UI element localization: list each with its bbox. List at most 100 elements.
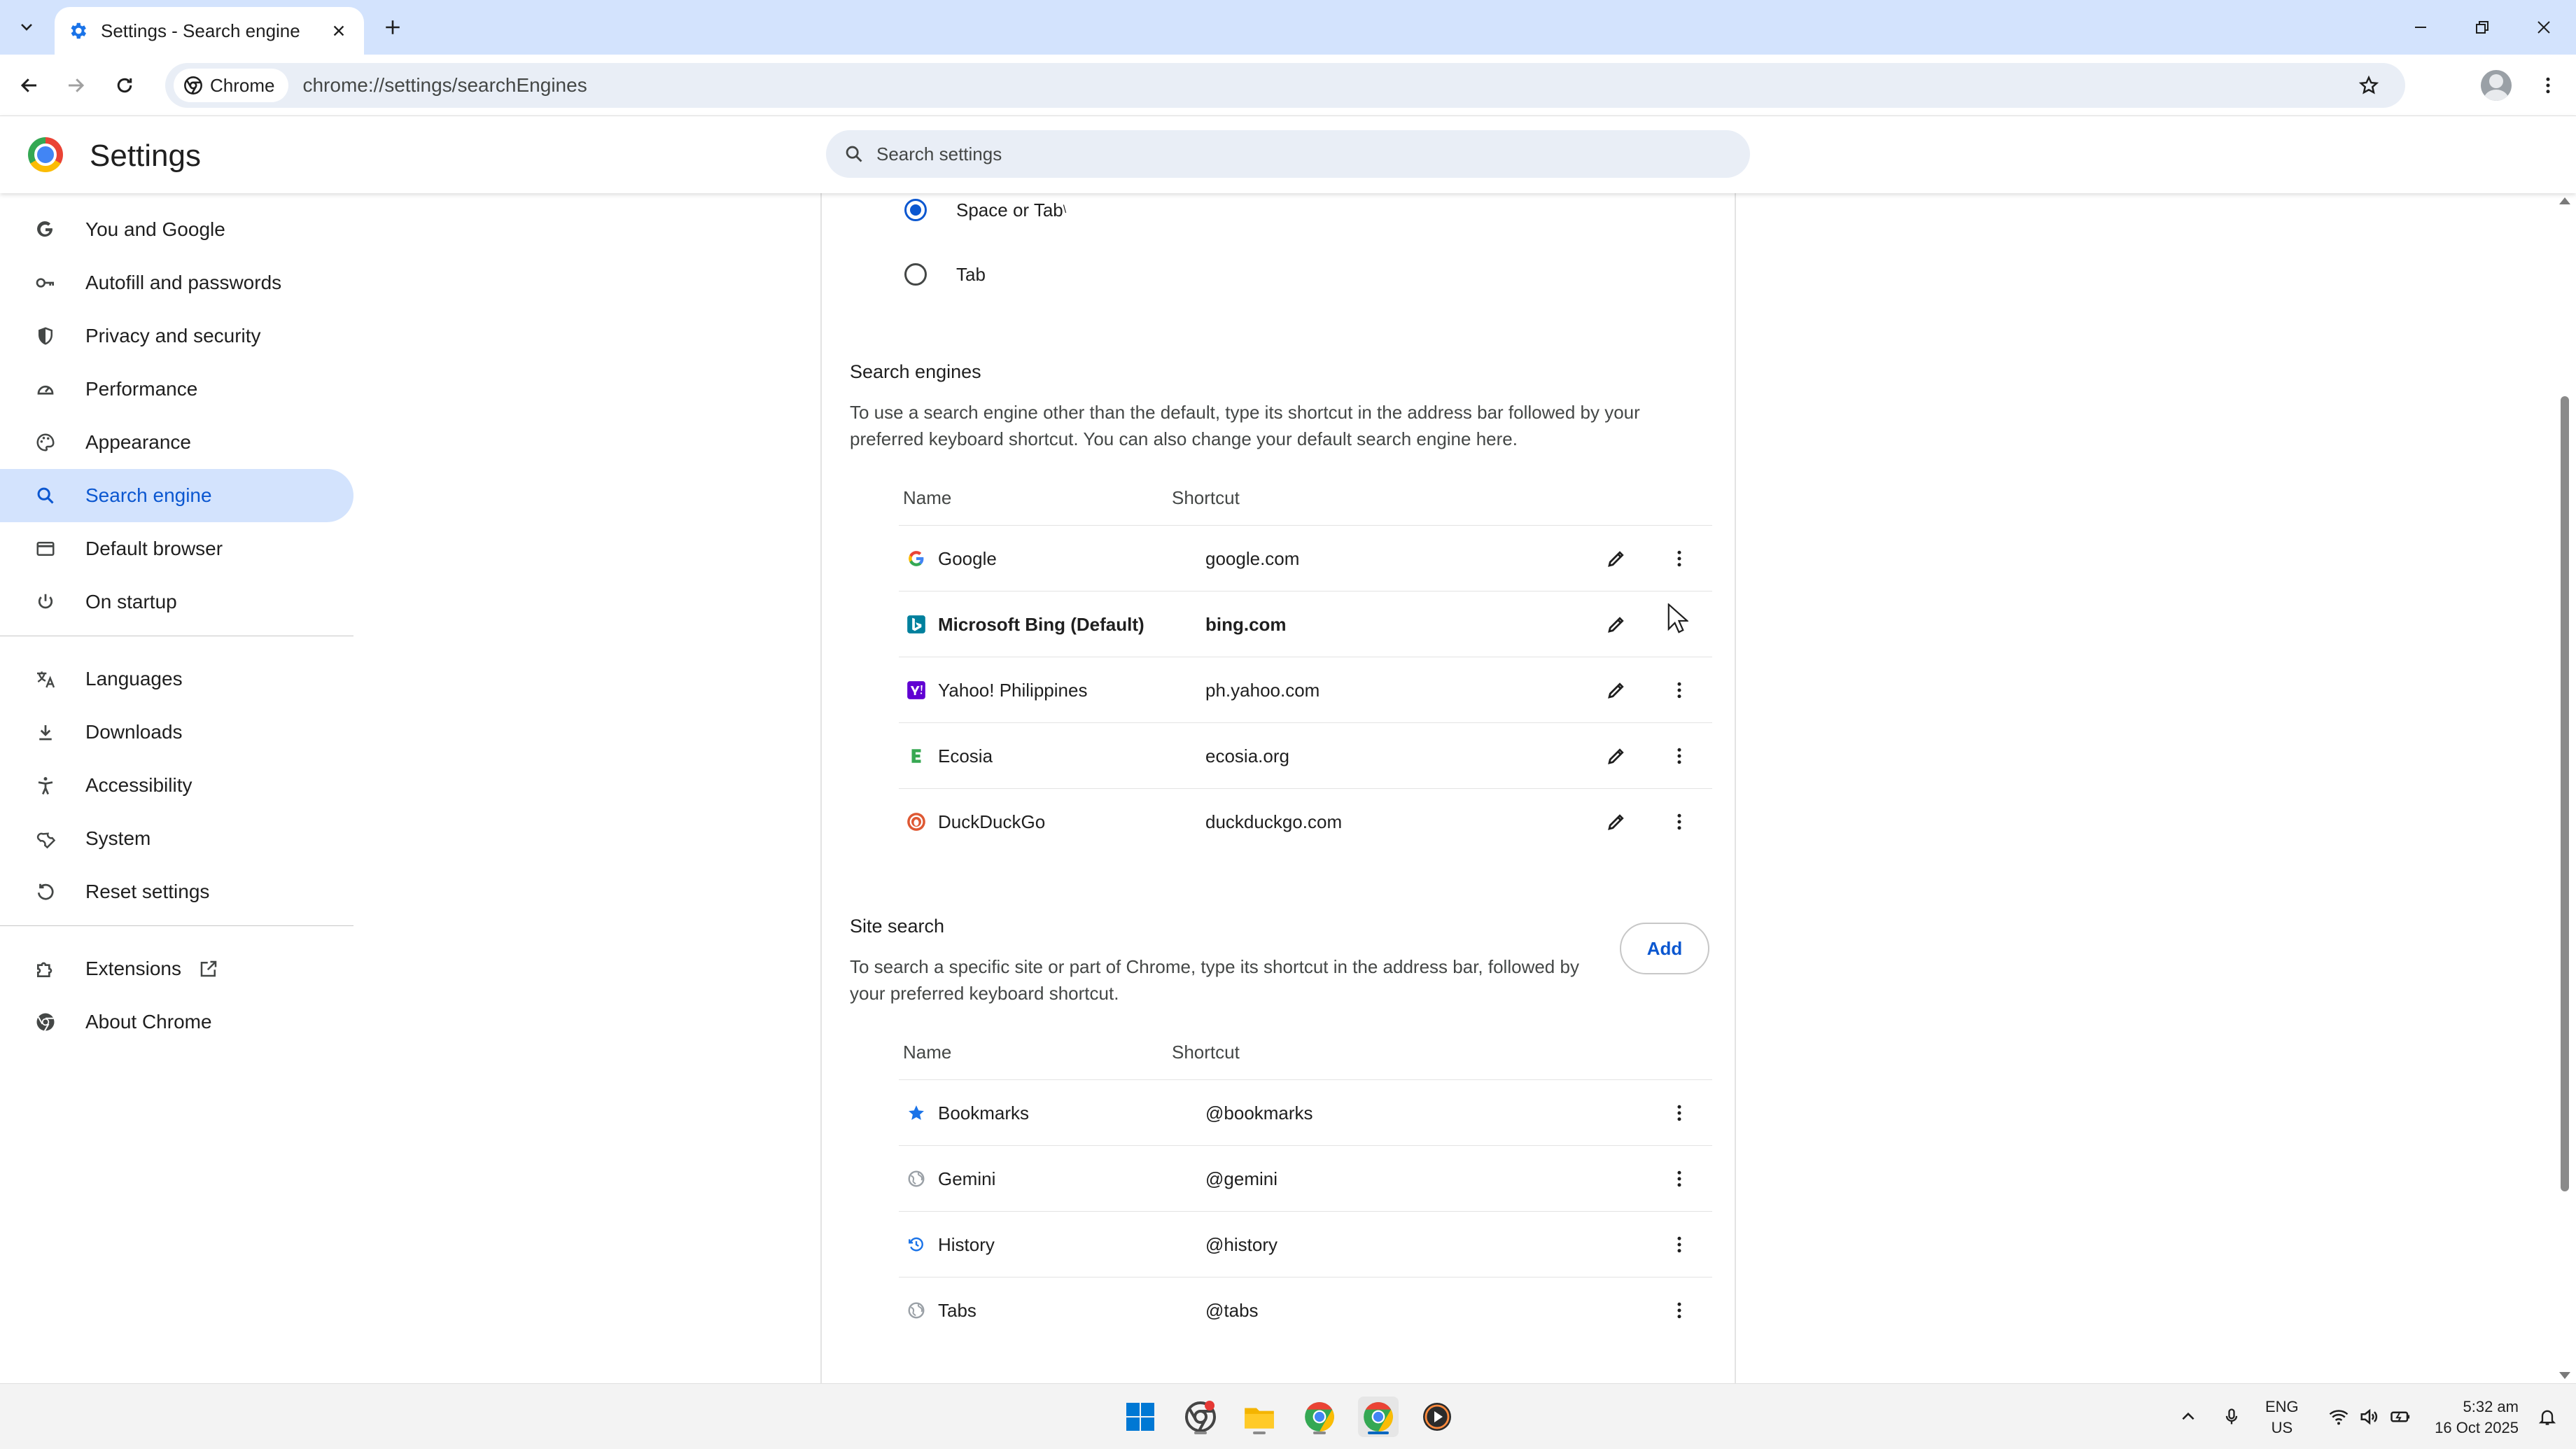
system-clock[interactable]: 5:32 am 16 Oct 2025 [2423,1396,2519,1438]
edit-button[interactable] [1600,740,1632,772]
sidebar-item-languages[interactable]: Languages [0,652,354,706]
sidebar-item-performance[interactable]: Performance [0,363,354,416]
battery-icon [2390,1411,2410,1422]
profile-avatar[interactable] [2481,70,2512,101]
edit-button[interactable] [1600,608,1632,640]
more-actions-button[interactable] [1663,1163,1695,1195]
close-window-button[interactable] [2516,7,2572,48]
site-search-name: Tabs [938,1300,976,1321]
chrome-menu-button[interactable] [2531,69,2565,102]
more-vert-icon [1677,1302,1681,1319]
sidebar-item-you-and-google[interactable]: You and Google [0,203,354,256]
windows-taskbar: ENG US 5:32 am 16 Oct 2025 [0,1383,2576,1449]
site-info-chip[interactable]: Chrome [174,69,289,102]
sidebar-item-privacy[interactable]: Privacy and security [0,309,354,363]
scrollbar-thumb[interactable] [2561,396,2569,1191]
taskbar-app-chrome[interactable] [1299,1396,1340,1437]
windows-logo-icon [1126,1403,1154,1431]
power-icon [34,590,57,614]
site-search-description: To search a specific site or part of Chr… [850,956,1579,1004]
sidebar-item-extensions[interactable]: Extensions [0,942,354,995]
sidebar-item-downloads[interactable]: Downloads [0,706,354,759]
site-search-row: Gemini @gemini [899,1145,1712,1211]
chrome-red-icon [1185,1401,1216,1432]
column-header-shortcut: Shortcut [1172,487,1240,508]
chevron-up-icon [2182,1412,2194,1420]
more-actions-button[interactable] [1663,542,1695,575]
download-icon [34,720,57,744]
engine-name: Yahoo! Philippines [938,680,1088,701]
radio-button[interactable] [904,263,927,286]
site-search-shortcut: @bookmarks [1205,1102,1313,1124]
settings-search-input[interactable] [876,143,1716,165]
scroll-down-arrow-icon[interactable] [2559,1372,2570,1379]
edit-button[interactable] [1600,542,1632,575]
sidebar-item-about-chrome[interactable]: About Chrome [0,995,354,1049]
more-actions-button[interactable] [1663,1294,1695,1326]
chrome-icon [1364,1402,1393,1432]
minimize-button[interactable] [2393,7,2449,48]
taskbar-app-chrome-beta[interactable] [1180,1396,1221,1437]
more-vert-icon [1677,682,1681,699]
sidebar-item-default-browser[interactable]: Default browser [0,522,354,575]
sidebar-item-label: System [85,827,151,849]
sidebar-item-appearance[interactable]: Appearance [0,416,354,469]
scroll-up-arrow-icon[interactable] [2559,197,2570,204]
new-tab-button[interactable] [377,11,409,43]
more-vert-icon [2546,77,2550,94]
plus-icon [386,20,400,34]
sidebar-item-search-engine[interactable]: Search engine [0,469,354,522]
duckduckgo-icon [906,811,927,832]
more-actions-button[interactable] [1663,1097,1695,1129]
sidebar-item-system[interactable]: System [0,812,354,865]
microphone-button[interactable] [2212,1396,2251,1437]
pencil-icon [1608,748,1624,764]
search-icon [34,484,57,507]
sidebar-item-autofill[interactable]: Autofill and passwords [0,256,354,309]
sidebar-item-reset-settings[interactable]: Reset settings [0,865,354,918]
taskbar-app-chrome-active[interactable] [1358,1396,1399,1437]
play-icon [1423,1403,1451,1431]
sidebar-item-label: Search engine [85,484,212,506]
chevron-down-icon [21,24,32,31]
more-actions-button[interactable] [1663,1228,1695,1261]
tab-close-button[interactable] [326,18,351,43]
sidebar-item-on-startup[interactable]: On startup [0,575,354,629]
forward-button[interactable] [59,69,92,102]
bookmark-button[interactable] [2352,69,2386,102]
radio-button-checked[interactable] [904,199,927,221]
back-button[interactable] [13,69,46,102]
more-actions-button[interactable] [1663,740,1695,772]
taskbar-app-media-player[interactable] [1417,1396,1457,1437]
notifications-button[interactable] [2530,1396,2565,1437]
engine-shortcut: ecosia.org [1205,746,1289,766]
more-vert-icon [1677,748,1681,764]
settings-search-box[interactable] [826,130,1750,178]
accessibility-icon [34,774,57,797]
sidebar-item-label: You and Google [85,218,225,240]
running-indicator [1253,1432,1266,1434]
tab-strip: Settings - Search engine [0,0,2576,55]
sidebar-item-accessibility[interactable]: Accessibility [0,759,354,812]
edit-button[interactable] [1600,806,1632,838]
active-tab[interactable]: Settings - Search engine [55,7,364,55]
more-actions-button[interactable] [1663,674,1695,706]
edit-button[interactable] [1600,674,1632,706]
address-bar[interactable]: Chrome chrome://settings/searchEngines [165,63,2405,108]
restore-button[interactable] [2454,7,2510,48]
site-search-name: Gemini [938,1168,996,1189]
quick-settings-button[interactable] [2317,1396,2422,1437]
close-icon [2538,21,2550,34]
reload-button[interactable] [108,69,141,102]
page-scrollbar[interactable] [2554,193,2576,1383]
tab-search-button[interactable] [10,11,43,43]
sidebar-item-label: Privacy and security [85,325,261,346]
input-language-indicator[interactable]: ENG US [2265,1396,2299,1438]
show-hidden-icons-button[interactable] [2167,1396,2209,1437]
add-site-search-button[interactable]: Add [1620,923,1709,974]
url-text[interactable]: chrome://settings/searchEngines [302,74,587,97]
start-button[interactable] [1120,1396,1161,1437]
more-actions-button[interactable] [1663,806,1695,838]
radio-option-tab[interactable]: Tab [822,246,1732,302]
taskbar-app-file-explorer[interactable] [1239,1396,1280,1437]
